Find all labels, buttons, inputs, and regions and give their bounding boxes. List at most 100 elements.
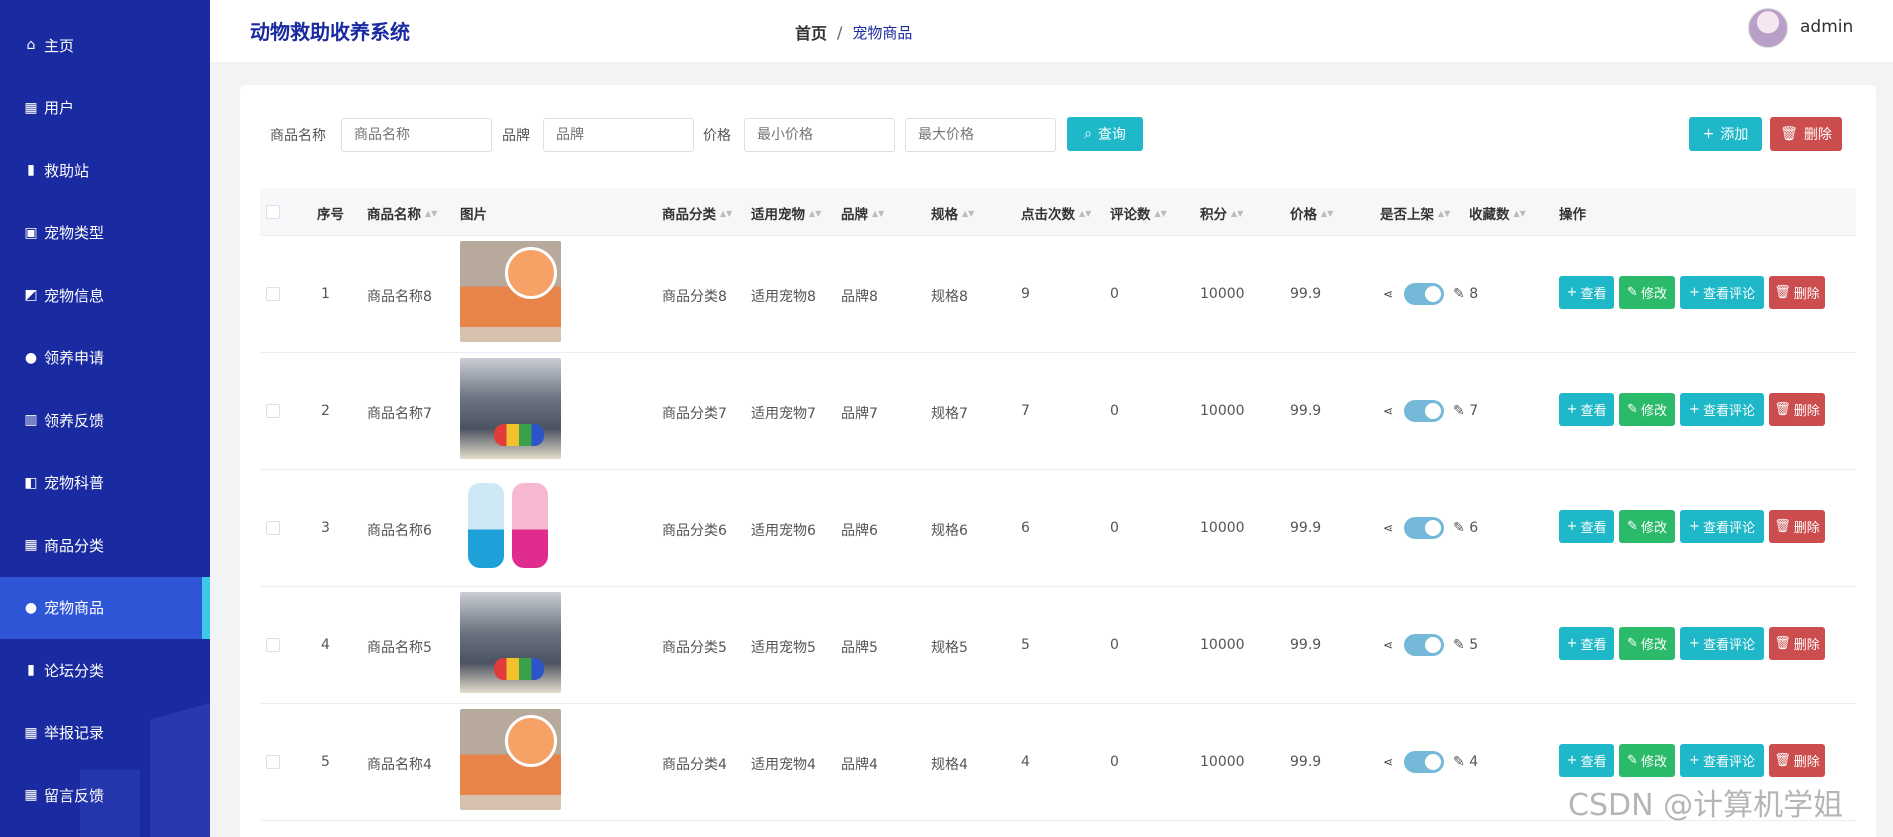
share-icon[interactable]: ⋖ [1383,638,1393,652]
favorites-count: ✎ 8 [1453,286,1479,302]
view-comments-button[interactable]: + 查看评论 [1680,627,1764,660]
sort-icon[interactable]: ▲▼ [1321,209,1333,217]
sidebar-item-6[interactable]: ▥ 领养反馈 [0,389,210,451]
delete-button[interactable]: 🗑 删除 [1769,393,1825,426]
listed-toggle[interactable] [1404,283,1444,305]
sidebar-item-2[interactable]: ▮ 救助站 [0,139,210,201]
brand-filter-input[interactable] [543,118,694,152]
sidebar-item-1[interactable]: ▦ 用户 [0,77,210,139]
share-icon[interactable]: ⋖ [1383,287,1393,301]
sort-icon[interactable]: ▲▼ [1079,209,1091,217]
row-checkbox[interactable] [266,404,280,418]
sort-icon[interactable]: ▲▼ [872,209,884,217]
listed-toggle[interactable] [1404,751,1444,773]
product-image[interactable] [460,475,561,576]
avatar[interactable] [1748,8,1788,48]
trash-icon: 🗑 [1774,753,1791,768]
view-comments-button[interactable]: + 查看评论 [1680,510,1764,543]
delete-button[interactable]: 🗑 删除 [1769,276,1825,309]
select-all-checkbox[interactable] [266,205,280,219]
row-checkbox[interactable] [266,755,280,769]
share-icon[interactable]: ⋖ [1383,404,1393,418]
edit-button[interactable]: ✎ 修改 [1619,276,1675,309]
table-row: 4 商品名称5 商品分类5 适用宠物5 品牌5 规格5 5 0 10000 99.9 ⋖ ✎ 5 + 查看… [260,587,1856,704]
row-checkbox[interactable] [266,521,280,535]
product-image[interactable] [460,358,561,459]
view-comments-button[interactable]: + 查看评论 [1680,393,1764,426]
sidebar-item-4[interactable]: ◩ 宠物信息 [0,264,210,326]
delete-button[interactable]: 🗑 删除 [1769,510,1825,543]
sidebar-item-7[interactable]: ◧ 宠物科普 [0,452,210,514]
view-comments-button[interactable]: + 查看评论 [1680,276,1764,309]
column-header-clicks[interactable]: 点击次数 ▲▼ [1021,203,1091,223]
spec-cell: 规格7 [931,406,968,422]
username[interactable]: admin [1800,17,1853,37]
edit-button[interactable]: ✎ 修改 [1619,744,1675,777]
sort-icon[interactable]: ▲▼ [425,209,437,217]
column-header-comments[interactable]: 评论数 ▲▼ [1110,203,1167,223]
trash-icon: 🗑 [1774,636,1791,651]
table-header: 序号 商品名称 ▲▼ 图片 商品分类 ▲▼ 适用宠物 ▲▼ 品牌 ▲▼ 规格 ▲▼ 点击次… [260,188,1856,236]
points-cell: 10000 [1200,403,1245,419]
grid-icon: ▦ [24,537,38,553]
max-price-input[interactable] [905,118,1056,152]
sidebar-item-10[interactable]: ▮ 论坛分类 [0,639,210,701]
view-comments-button[interactable]: + 查看评论 [1680,744,1764,777]
name-filter-input[interactable] [341,118,492,152]
column-header-listed[interactable]: 是否上架 ▲▼ [1380,203,1450,223]
plus-icon: + [1689,753,1700,768]
pet-cell: 适用宠物5 [751,640,816,656]
view-button[interactable]: + 查看 [1559,627,1614,660]
add-button[interactable]: + 添加 [1689,117,1762,151]
sort-icon[interactable]: ▲▼ [1514,209,1526,217]
search-button[interactable]: ⌕ 查询 [1067,117,1143,151]
sort-icon[interactable]: ▲▼ [809,209,821,217]
edit-button[interactable]: ✎ 修改 [1619,510,1675,543]
column-header-pet[interactable]: 适用宠物 ▲▼ [751,203,821,223]
row-checkbox[interactable] [266,638,280,652]
edit-button[interactable]: ✎ 修改 [1619,627,1675,660]
breadcrumb-home[interactable]: 首页 [795,20,827,44]
sort-icon[interactable]: ▲▼ [1155,209,1167,217]
product-image[interactable] [460,241,561,342]
column-header-name[interactable]: 商品名称 ▲▼ [367,203,437,223]
bulk-delete-button[interactable]: 🗑 删除 [1770,117,1842,151]
view-button[interactable]: + 查看 [1559,510,1614,543]
share-icon[interactable]: ⋖ [1383,521,1393,535]
delete-button[interactable]: 🗑 删除 [1769,744,1825,777]
listed-toggle[interactable] [1404,517,1444,539]
view-button[interactable]: + 查看 [1559,393,1614,426]
sort-icon[interactable]: ▲▼ [1231,209,1243,217]
view-button[interactable]: + 查看 [1559,744,1614,777]
min-price-input[interactable] [744,118,895,152]
share-icon[interactable]: ⋖ [1383,755,1393,769]
sort-icon[interactable]: ▲▼ [962,209,974,217]
sort-icon[interactable]: ▲▼ [720,209,732,217]
view-button[interactable]: + 查看 [1559,276,1614,309]
column-header-favorites[interactable]: 收藏数 ▲▼ [1469,203,1526,223]
spec-cell: 规格8 [931,289,968,305]
column-header-price[interactable]: 价格 ▲▼ [1290,203,1333,223]
sidebar-item-12[interactable]: ▦ 留言反馈 [0,764,210,826]
sidebar-item-9[interactable]: ● 宠物商品 [0,576,210,639]
sidebar-item-8[interactable]: ▦ 商品分类 [0,514,210,576]
bar-chart-icon: ▥ [24,412,38,428]
sidebar-item-5[interactable]: ● 领养申请 [0,327,210,389]
column-header-points[interactable]: 积分 ▲▼ [1200,203,1243,223]
sidebar-item-3[interactable]: ▣ 宠物类型 [0,202,210,264]
listed-toggle[interactable] [1404,400,1444,422]
row-checkbox[interactable] [266,287,280,301]
column-header-spec[interactable]: 规格 ▲▼ [931,203,974,223]
delete-button[interactable]: 🗑 删除 [1769,627,1825,660]
edit-button[interactable]: ✎ 修改 [1619,393,1675,426]
column-header-brand[interactable]: 品牌 ▲▼ [841,203,884,223]
sidebar-item-0[interactable]: ⌂ 主页 [0,14,210,76]
listed-toggle[interactable] [1404,634,1444,656]
column-header-category[interactable]: 商品分类 ▲▼ [662,203,732,223]
product-image[interactable] [460,709,561,810]
sidebar-item-11[interactable]: ▦ 举报记录 [0,702,210,764]
product-image[interactable] [460,592,561,693]
edit-icon: ✎ [1627,285,1638,300]
app-title: 动物救助收养系统 [250,20,410,44]
sort-icon[interactable]: ▲▼ [1438,209,1450,217]
